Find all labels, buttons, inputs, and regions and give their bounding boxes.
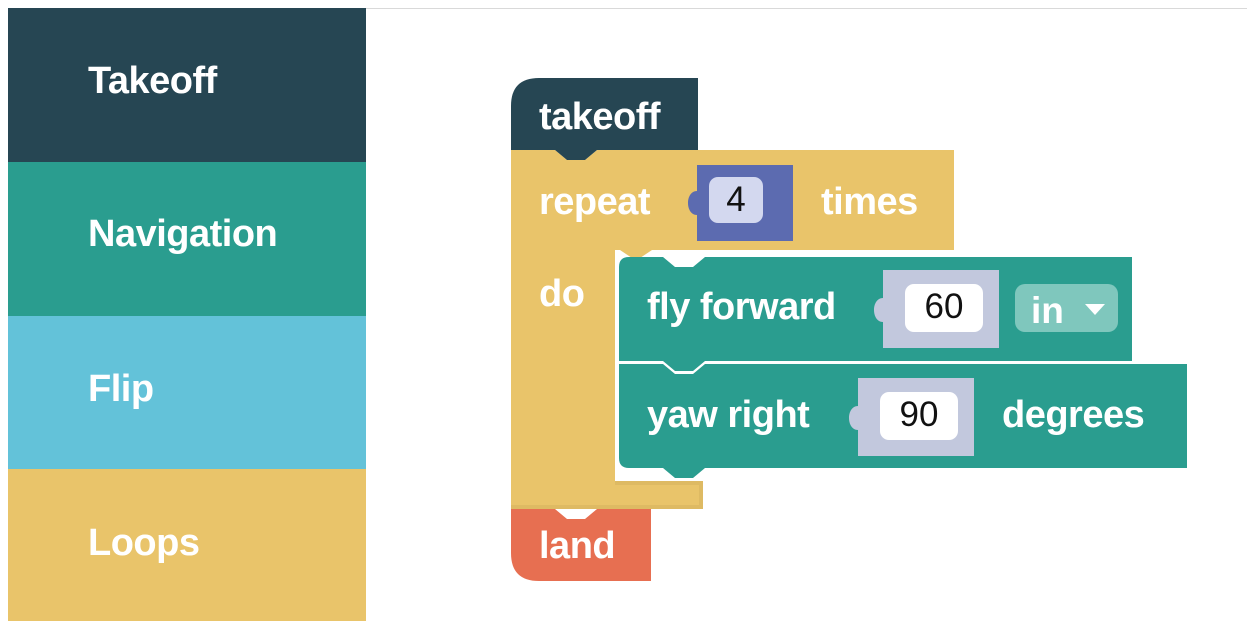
category-navigation-label: Navigation bbox=[88, 213, 278, 255]
repeat-count-field[interactable]: 4 bbox=[709, 177, 763, 223]
category-takeoff-label: Takeoff bbox=[88, 60, 217, 102]
angle-field[interactable]: 90 bbox=[880, 392, 958, 440]
category-loops[interactable]: Loops bbox=[8, 469, 366, 621]
block-workspace: repeat 4 times do takeoff fly forward 60… bbox=[366, 9, 1247, 621]
repeat-label: repeat bbox=[539, 181, 651, 223]
chevron-down-icon bbox=[1085, 304, 1105, 315]
takeoff-block[interactable]: takeoff bbox=[511, 78, 699, 161]
land-label: land bbox=[539, 525, 616, 567]
fly-forward-block[interactable]: fly forward 60 in bbox=[619, 257, 1133, 373]
distance-field[interactable]: 60 bbox=[905, 284, 983, 332]
category-takeoff[interactable]: Takeoff bbox=[8, 8, 366, 162]
yaw-right-label: yaw right bbox=[647, 394, 810, 436]
land-block[interactable]: land bbox=[511, 509, 652, 582]
category-loops-label: Loops bbox=[88, 522, 200, 564]
takeoff-label: takeoff bbox=[539, 96, 661, 138]
unit-dropdown[interactable]: in bbox=[1015, 284, 1118, 332]
category-flip-label: Flip bbox=[88, 368, 154, 410]
repeat-do-label: do bbox=[539, 273, 585, 315]
fly-forward-label: fly forward bbox=[647, 286, 836, 328]
category-sidebar: Takeoff Navigation Flip Loops bbox=[8, 8, 366, 621]
repeat-suffix-label: times bbox=[821, 181, 918, 223]
unit-dropdown-value: in bbox=[1031, 290, 1064, 331]
category-flip[interactable]: Flip bbox=[8, 316, 366, 469]
category-navigation[interactable]: Navigation bbox=[8, 162, 366, 316]
yaw-right-suffix-label: degrees bbox=[1002, 394, 1145, 436]
yaw-right-block[interactable]: yaw right 90 degrees bbox=[619, 364, 1188, 480]
